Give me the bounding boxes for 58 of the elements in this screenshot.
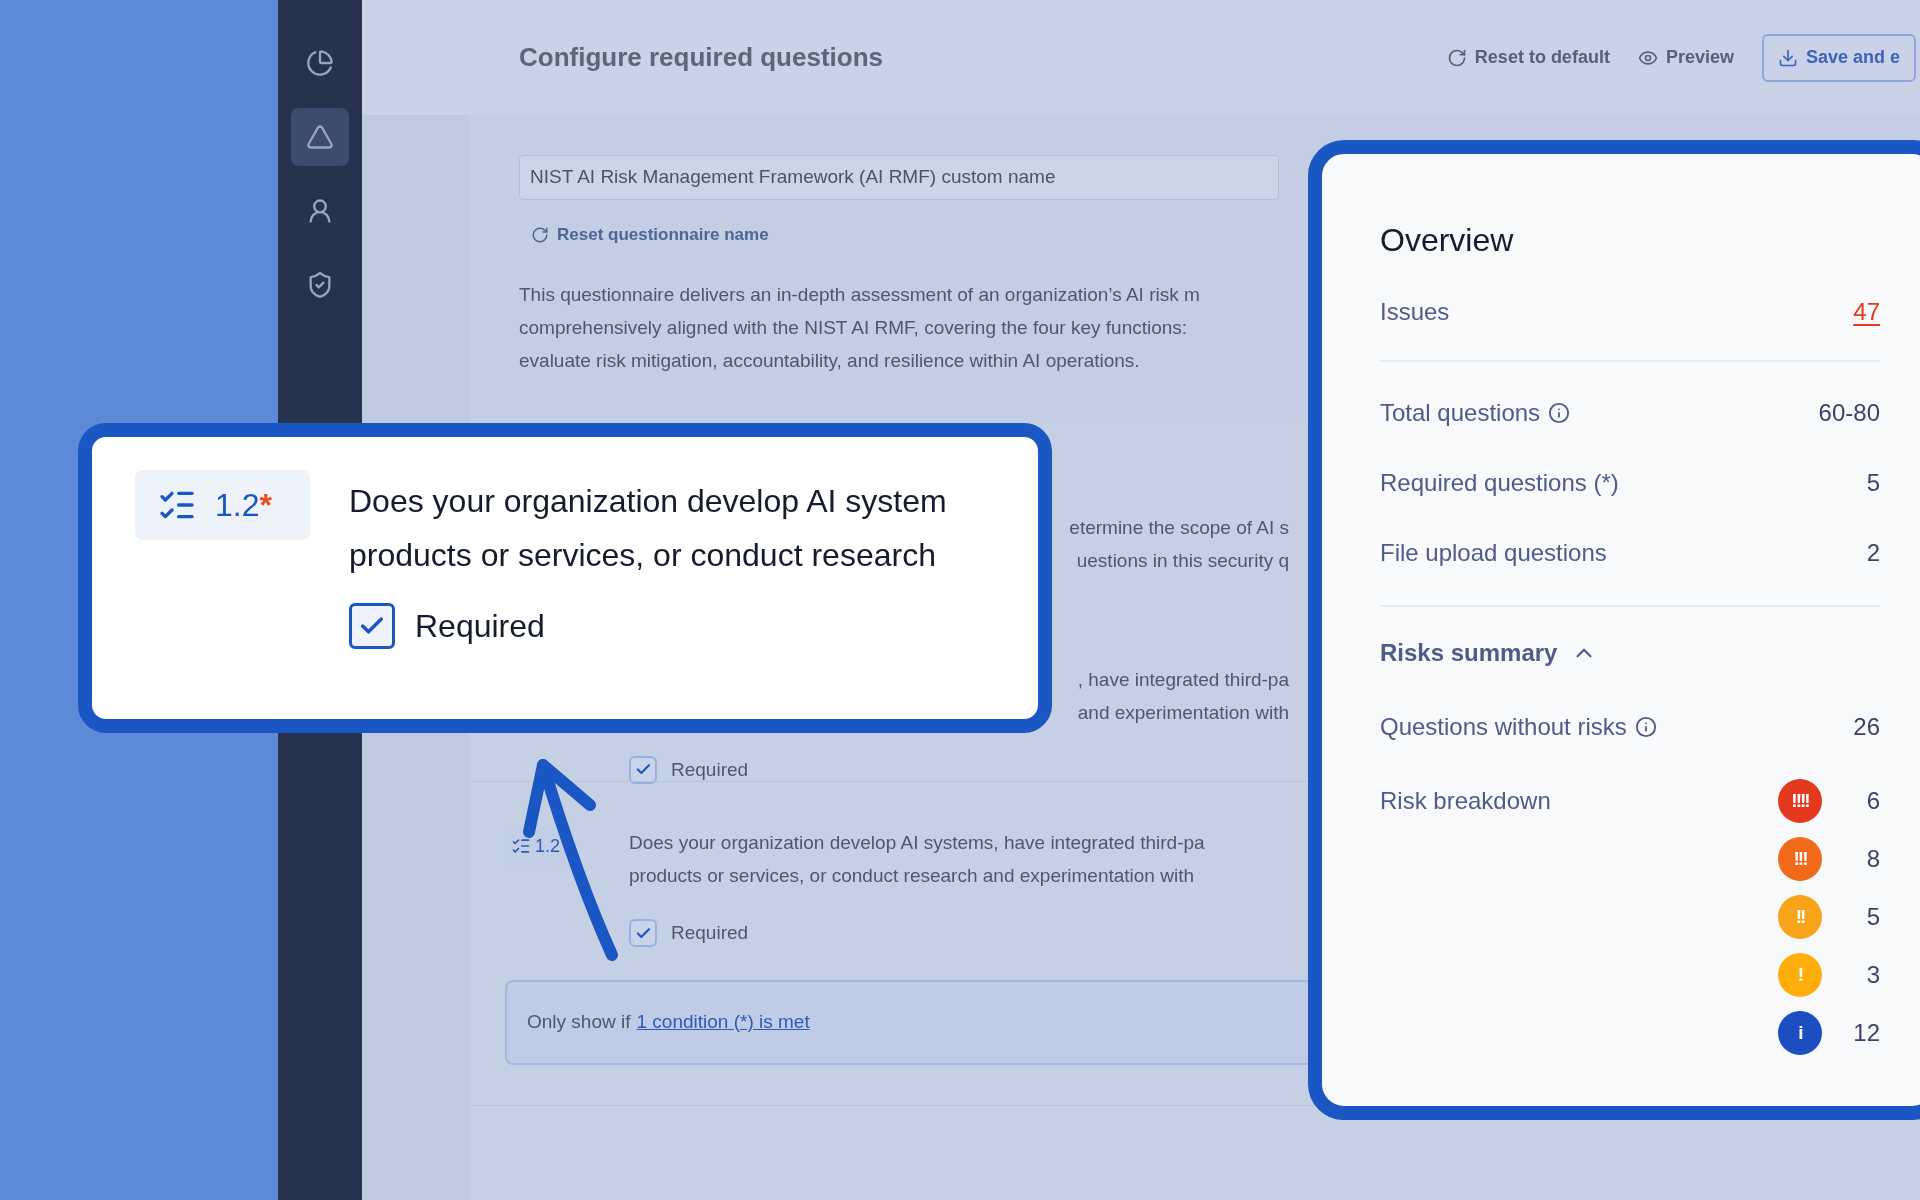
checkbox[interactable]: [629, 919, 657, 948]
risk-count: 12: [1852, 1018, 1880, 1048]
question-text: , have integrated third-pa: [1077, 667, 1289, 692]
risk-breakdown-label: Risk breakdown: [1380, 786, 1551, 816]
risk-level-badge: i: [1778, 1011, 1822, 1055]
required-label: Required: [671, 921, 749, 945]
issues-count-link[interactable]: 47: [1853, 294, 1880, 330]
stat-value: 26: [1853, 712, 1880, 742]
reset-name-link[interactable]: Reset questionnaire name: [531, 222, 769, 248]
condition-text: Only show if: [527, 1009, 631, 1034]
risk-level-badge: !!!: [1778, 837, 1822, 881]
info-icon: [1634, 716, 1657, 738]
preview-button[interactable]: Preview: [1637, 44, 1734, 71]
stat-label: Required questions (*): [1380, 468, 1619, 498]
question-text: products or services, or conduct research and experimentation with: [629, 864, 1194, 888]
description-text: This questionnaire delivers an in-depth assessment of an organization’s AI risk m: [519, 282, 1200, 307]
risk-count: 5: [1865, 902, 1880, 932]
info-icon: [1548, 402, 1571, 424]
question-text: and experimentation with: [1077, 700, 1289, 725]
reset-icon: [531, 225, 549, 244]
download-icon: [1777, 47, 1798, 68]
sidebar-item[interactable]: [291, 108, 349, 166]
description-text: comprehensively aligned with the NIST AI RMF, covering the four key functions:: [519, 315, 1189, 340]
risk-count: 3: [1865, 960, 1880, 990]
risks-summary-toggle[interactable]: Risks summary: [1380, 635, 1598, 671]
checkbox[interactable]: [349, 603, 395, 649]
pie-chart-icon: [306, 49, 334, 77]
risk-level-badge: !!!!: [1778, 779, 1822, 823]
description-text: evaluate risk mitigation, accountability, and resilience within AI operations.: [519, 348, 1141, 373]
condition-link[interactable]: 1 condition (*) is met: [636, 1007, 810, 1037]
stat-label: File upload questions: [1380, 538, 1607, 568]
list-check-icon: [511, 836, 531, 856]
reset-button[interactable]: Reset to default: [1446, 44, 1610, 71]
stat-value: 60-80: [1818, 398, 1880, 428]
stat-label: Total questions: [1380, 398, 1541, 428]
page-title: Configure required questions: [519, 41, 884, 74]
stat-value: 5: [1866, 468, 1880, 498]
risk-count: 6: [1865, 786, 1880, 816]
required-label: Required: [415, 607, 545, 646]
risk-count: 8: [1865, 844, 1880, 874]
risk-level-badge: !!: [1778, 895, 1822, 939]
question-text: uestions in this security q: [1076, 548, 1289, 573]
question-text: products or services, or conduct research: [349, 536, 937, 575]
triangle-icon: [306, 123, 334, 151]
stat-value: 2: [1866, 538, 1880, 568]
risk-level-badge: !: [1778, 953, 1822, 997]
stat-label: Questions without risks: [1380, 712, 1627, 742]
save-button[interactable]: Save and e: [1761, 33, 1916, 82]
issues-label: Issues: [1380, 297, 1450, 327]
required-label: Required: [671, 757, 749, 782]
name-field[interactable]: NIST AI Risk Management Framework (AI RMF) custom name: [519, 155, 1279, 200]
question-text: etermine the scope of AI s: [1069, 515, 1289, 540]
question-text: Does your organization develop AI systems, have integrated third-pa: [629, 831, 1205, 855]
question-text: Does your organization develop AI system: [349, 482, 947, 521]
question-number-badge: 1.2*: [135, 470, 310, 540]
reset-icon: [1446, 47, 1467, 68]
overview-title: Overview: [1380, 221, 1515, 260]
checkbox[interactable]: [629, 755, 657, 784]
